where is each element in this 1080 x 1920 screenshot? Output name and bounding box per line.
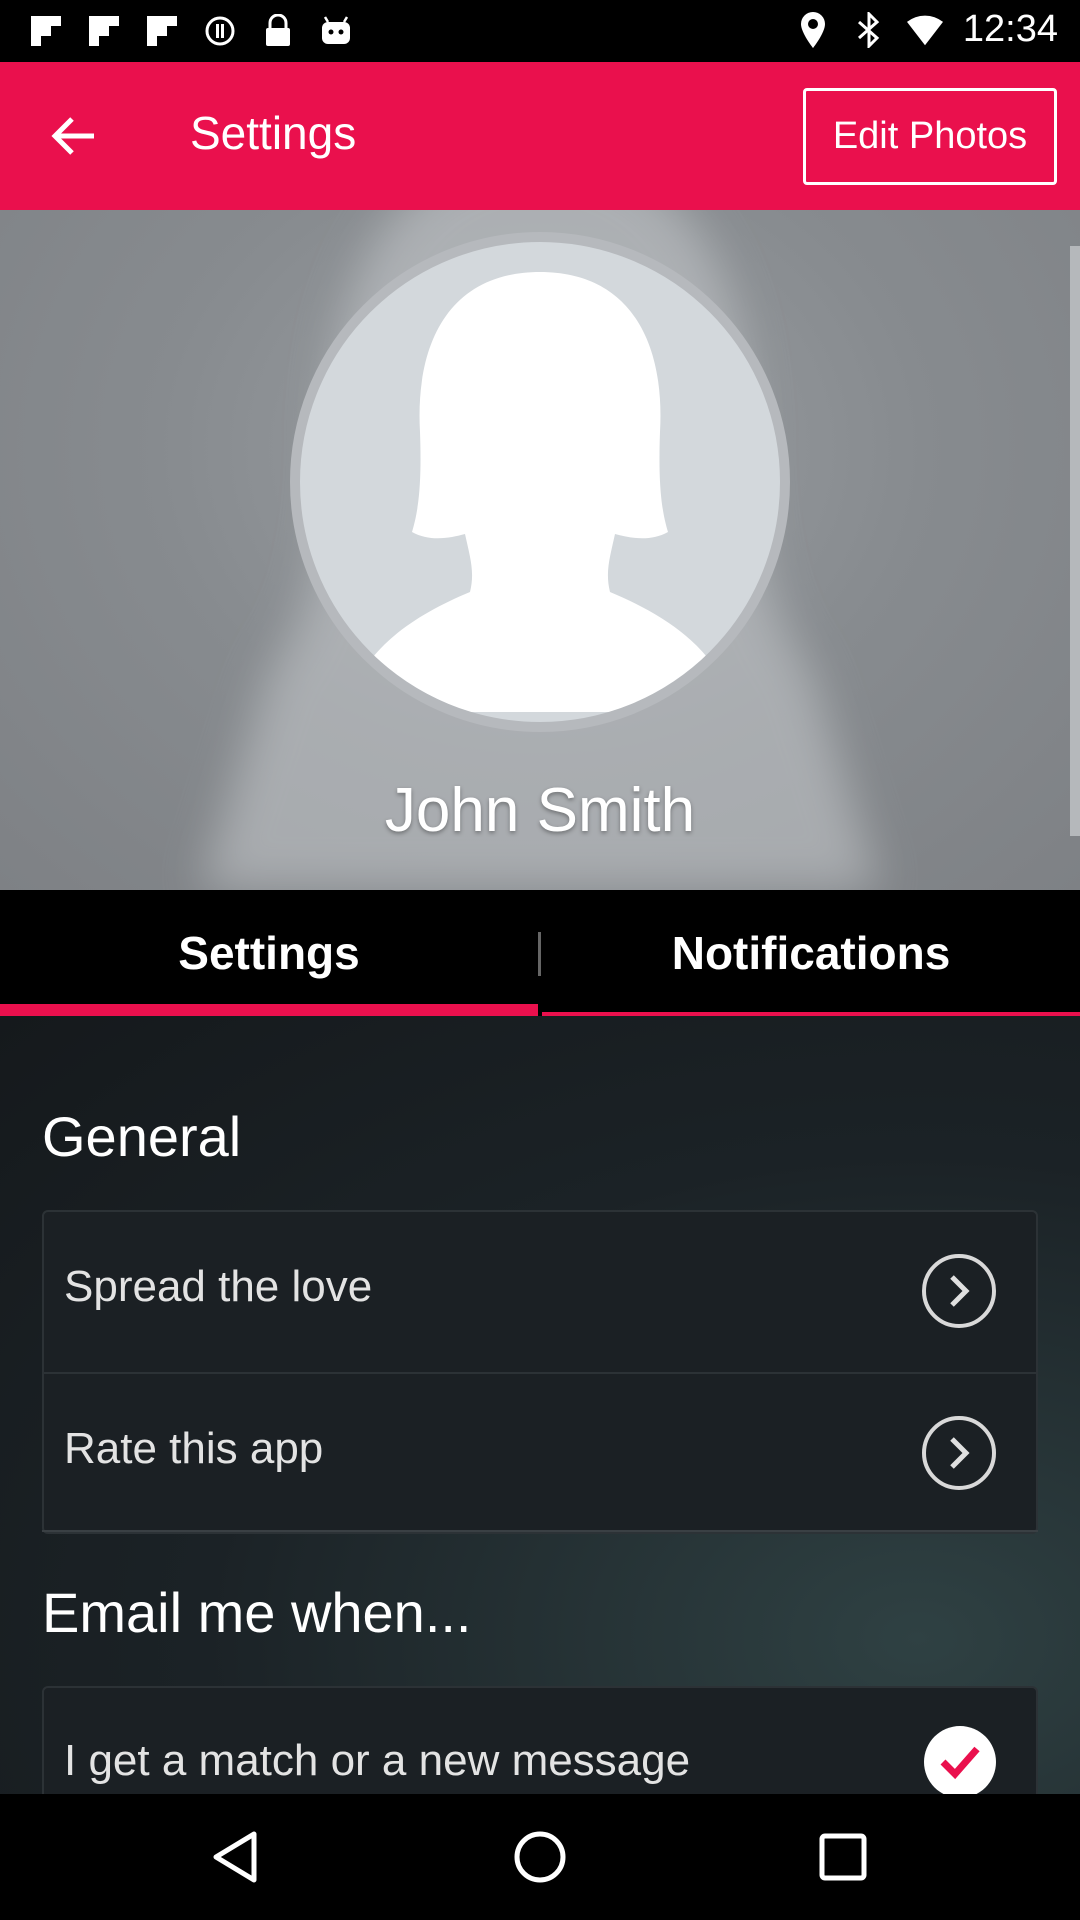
triangle-back-icon [213, 1831, 257, 1883]
list-item-match-or-message[interactable]: I get a match or a new message [44, 1688, 1036, 1794]
tab-active-indicator [0, 1004, 538, 1016]
default-avatar-icon [345, 272, 735, 712]
location-icon [795, 11, 831, 49]
chevron-right-icon[interactable] [922, 1254, 996, 1328]
general-card: Spread the love Rate this app [42, 1210, 1038, 1534]
tab-divider [538, 932, 541, 976]
nav-recents-button[interactable] [808, 1822, 878, 1892]
list-item-spread-the-love[interactable]: Spread the love [44, 1212, 1036, 1372]
status-bar: 12:34 [0, 0, 1080, 62]
page-title: Settings [190, 107, 357, 159]
list-item-label: Rate this app [64, 1424, 324, 1473]
square-recents-icon [819, 1833, 867, 1881]
back-arrow-icon [51, 117, 94, 155]
status-notifications [28, 12, 354, 50]
android-icon [318, 12, 354, 50]
nav-back-button[interactable] [200, 1822, 270, 1892]
nav-home-button[interactable] [505, 1822, 575, 1892]
lock-icon [260, 12, 296, 50]
section-title-email: Email me when... [42, 1581, 472, 1644]
sync-icon [202, 12, 238, 50]
app-bar: Settings Edit Photos [0, 62, 1080, 210]
check-icon[interactable] [924, 1726, 996, 1794]
tab-settings[interactable]: Settings [0, 890, 538, 1016]
email-card: I get a match or a new message [42, 1686, 1038, 1794]
list-item-rate-this-app[interactable]: Rate this app [44, 1372, 1036, 1532]
profile-header: John Smith [0, 210, 1080, 890]
list-item-label: Spread the love [64, 1262, 373, 1311]
list-item-label: I get a match or a new message [64, 1736, 691, 1785]
profile-name: John Smith [384, 776, 696, 845]
section-title-general: General [42, 1105, 242, 1168]
system-nav-bar [0, 1794, 1080, 1920]
tab-notifications[interactable]: Notifications [542, 890, 1080, 1016]
status-system: 12:34 [795, 8, 1058, 51]
bluetooth-icon [851, 11, 887, 49]
flipboard-icon [28, 12, 64, 50]
flipboard-icon [144, 12, 180, 50]
circle-home-icon [514, 1831, 566, 1883]
profile-scrollbar [1070, 246, 1080, 836]
tab-bar: Settings Notifications [0, 890, 1080, 1016]
status-time: 12:34 [962, 8, 1058, 50]
edit-photos-button[interactable]: Edit Photos [803, 88, 1057, 185]
section-divider [42, 1530, 1038, 1532]
avatar[interactable] [290, 232, 790, 732]
flipboard-icon [86, 12, 122, 50]
chevron-right-icon[interactable] [922, 1416, 996, 1490]
settings-content: General Spread the love Rate this app Em… [0, 1016, 1080, 1794]
wifi-icon [906, 11, 943, 49]
back-button[interactable] [38, 104, 108, 168]
